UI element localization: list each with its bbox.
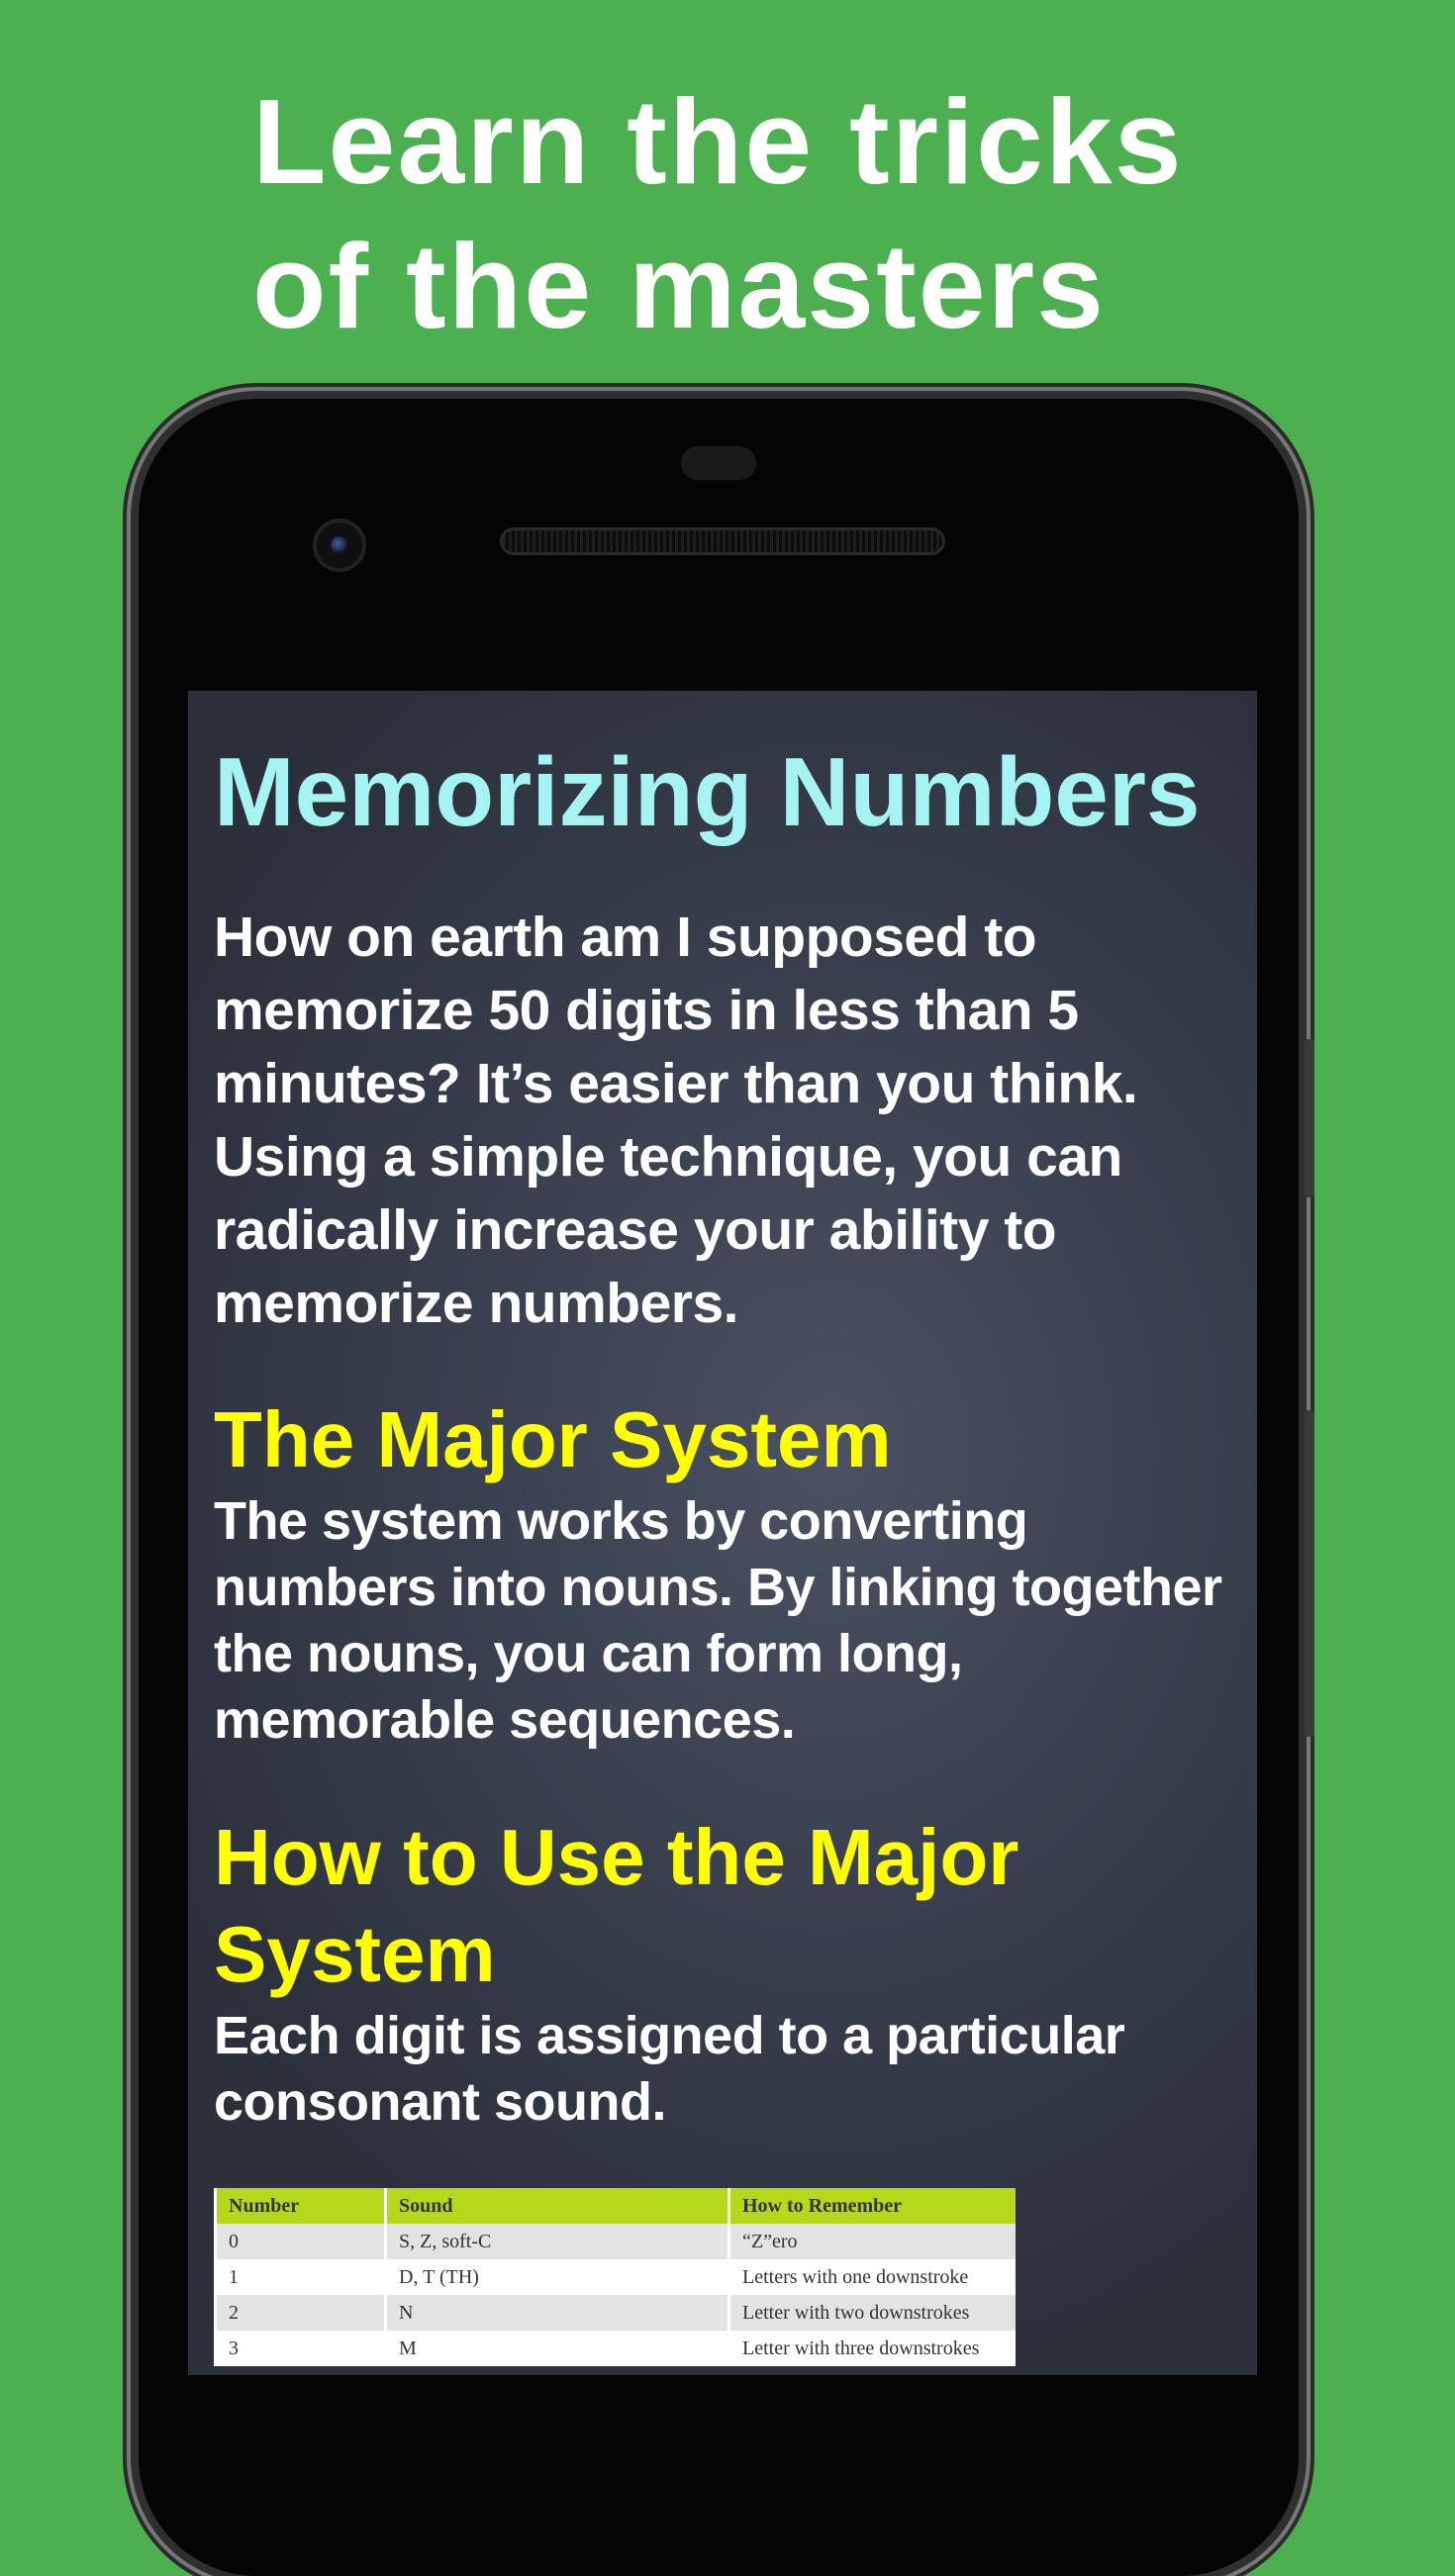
promo-line-1: Learn the tricks [252, 74, 1184, 209]
section-heading-major-system: The Major System [214, 1395, 892, 1483]
volume-button [1305, 1410, 1314, 1737]
phone-screen: Memorizing Numbers How on earth am I sup… [188, 691, 1257, 2375]
cell-sound: D, T (TH) [384, 2259, 729, 2295]
table-row: 1 D, T (TH) Letters with one downstroke [214, 2259, 1016, 2295]
cell-number: 3 [214, 2331, 386, 2366]
power-button [1305, 1039, 1314, 1197]
earpiece [681, 446, 756, 480]
major-system-table: Number Sound How to Remember 0 S, Z, sof… [214, 2188, 1016, 2366]
cell-sound: S, Z, soft-C [384, 2224, 729, 2259]
column-header-sound: Sound [384, 2188, 729, 2224]
cell-number: 2 [214, 2295, 386, 2331]
article-content: Memorizing Numbers How on earth am I sup… [214, 732, 1243, 2136]
intro-paragraph: How on earth am I supposed to memorize 5… [214, 906, 1138, 1335]
cell-how-to-remember: Letters with one downstroke [728, 2259, 1016, 2295]
cell-how-to-remember: Letter with two downstrokes [728, 2295, 1016, 2331]
cell-sound: N [384, 2295, 729, 2331]
promo-line-2: of the masters [252, 219, 1106, 353]
section-paragraph-how-to-use: Each digit is assigned to a particular c… [214, 2006, 1125, 2132]
cell-how-to-remember: “Z”ero [728, 2224, 1016, 2259]
table-header-row: Number Sound How to Remember [214, 2188, 1016, 2224]
article-title: Memorizing Numbers [214, 737, 1201, 846]
speaker-grille [500, 527, 945, 555]
section-heading-how-to-use: How to Use the Major System [214, 1813, 1019, 1998]
cell-number: 0 [214, 2224, 386, 2259]
table-row: 0 S, Z, soft-C “Z”ero [214, 2224, 1016, 2259]
section-paragraph-major-system: The system works by converting numbers i… [214, 1491, 1222, 1750]
cell-sound: M [384, 2331, 729, 2366]
front-camera-icon [313, 519, 366, 572]
table-row: 3 M Letter with three downstrokes [214, 2331, 1016, 2366]
cell-how-to-remember: Letter with three downstrokes [728, 2331, 1016, 2366]
table-row: 2 N Letter with two downstrokes [214, 2295, 1016, 2331]
promo-headline: Learn the tricks of the masters [252, 69, 1184, 358]
cell-number: 1 [214, 2259, 386, 2295]
column-header-number: Number [214, 2188, 386, 2224]
column-header-how-to-remember: How to Remember [728, 2188, 1016, 2224]
